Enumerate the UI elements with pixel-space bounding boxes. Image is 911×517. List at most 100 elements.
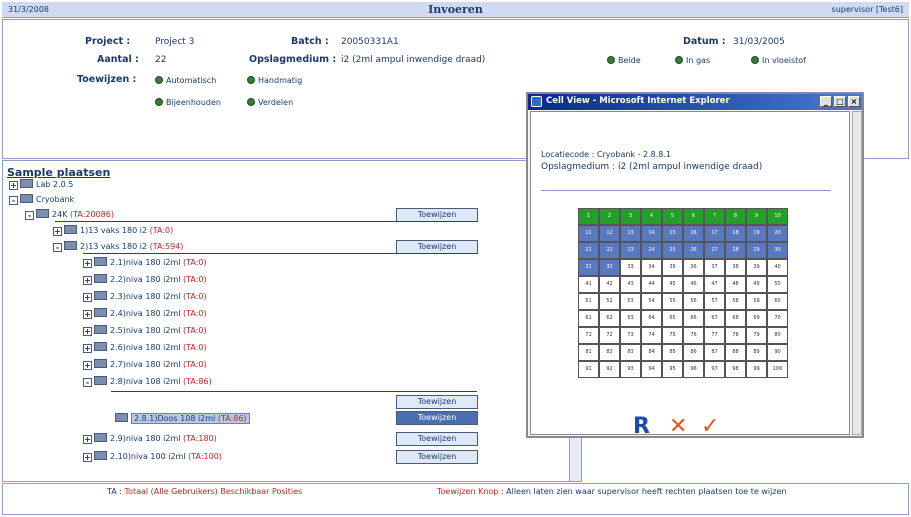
grid-cell[interactable]: 13 <box>620 225 641 242</box>
toewijzen-button-active[interactable]: Toewijzen <box>396 411 478 425</box>
grid-cell[interactable]: 44 <box>641 276 662 293</box>
grid-cell[interactable]: 69 <box>746 310 767 327</box>
grid-cell[interactable]: 56 <box>683 293 704 310</box>
grid-cell[interactable]: 7 <box>704 208 725 225</box>
grid-cell[interactable]: 98 <box>725 361 746 378</box>
tree-node[interactable]: +2.4)niva 180 i2ml (TA:0) <box>83 308 207 324</box>
grid-cell[interactable]: 91 <box>578 361 599 378</box>
expand-icon[interactable]: + <box>83 293 92 302</box>
grid-cell[interactable]: 32 <box>599 259 620 276</box>
radio-bijeenhouden[interactable]: Bijeenhouden <box>155 98 221 107</box>
grid-cell[interactable]: 27 <box>704 242 725 259</box>
grid-cell[interactable]: 36 <box>683 259 704 276</box>
reset-button[interactable]: R <box>633 414 650 439</box>
grid-cell[interactable]: 12 <box>599 225 620 242</box>
expand-icon[interactable]: + <box>83 310 92 319</box>
maximize-icon[interactable]: □ <box>834 96 846 107</box>
grid-cell[interactable]: 3 <box>620 208 641 225</box>
grid-cell[interactable]: 21 <box>578 242 599 259</box>
tree-node[interactable]: - Cryobank <box>9 194 74 210</box>
grid-cell[interactable]: 11 <box>578 225 599 242</box>
minimize-icon[interactable]: _ <box>820 96 832 107</box>
grid-cell[interactable]: 28 <box>725 242 746 259</box>
popup-scrollbar[interactable] <box>852 111 862 435</box>
tree-node[interactable]: +2.2)niva 180 i2ml (TA:0) <box>83 274 207 290</box>
grid-cell[interactable]: 41 <box>578 276 599 293</box>
grid-cell[interactable]: 67 <box>704 310 725 327</box>
grid-cell[interactable]: 39 <box>746 259 767 276</box>
tree-node[interactable]: + Lab 2.0.5 <box>9 179 73 195</box>
grid-cell[interactable]: 50 <box>767 276 788 293</box>
grid-cell[interactable]: 94 <box>641 361 662 378</box>
grid-cell[interactable]: 90 <box>767 344 788 361</box>
grid-cell[interactable]: 23 <box>620 242 641 259</box>
grid-cell[interactable]: 42 <box>599 276 620 293</box>
tree-node[interactable]: - 2)13 vaks 180 i2 (TA:594) <box>53 241 183 257</box>
radio-in-vloeistof[interactable]: In vloeistof <box>751 56 806 65</box>
radio-handmatig[interactable]: Handmatig <box>247 76 302 85</box>
grid-cell[interactable]: 20 <box>767 225 788 242</box>
grid-cell[interactable]: 84 <box>641 344 662 361</box>
radio-in-gas[interactable]: In gas <box>675 56 710 65</box>
radio-automatisch[interactable]: Automatisch <box>155 76 216 85</box>
tree-node[interactable]: +1)13 vaks 180 i2 (TA:0) <box>53 225 173 241</box>
grid-cell[interactable]: 71 <box>578 327 599 344</box>
grid-cell[interactable]: 10 <box>767 208 788 225</box>
grid-cell[interactable]: 22 <box>599 242 620 259</box>
grid-cell[interactable]: 25 <box>662 242 683 259</box>
grid-cell[interactable]: 66 <box>683 310 704 327</box>
popup-titlebar[interactable]: Cell View - Microsoft Internet Explorer … <box>528 94 862 110</box>
grid-cell[interactable]: 24 <box>641 242 662 259</box>
grid-cell[interactable]: 77 <box>704 327 725 344</box>
grid-cell[interactable]: 89 <box>746 344 767 361</box>
grid-cell[interactable]: 2 <box>599 208 620 225</box>
grid-cell[interactable]: 47 <box>704 276 725 293</box>
grid-cell[interactable]: 40 <box>767 259 788 276</box>
grid-cell[interactable]: 79 <box>746 327 767 344</box>
grid-cell[interactable]: 83 <box>620 344 641 361</box>
expand-icon[interactable]: + <box>9 181 18 190</box>
grid-cell[interactable]: 60 <box>767 293 788 310</box>
grid-cell[interactable]: 51 <box>578 293 599 310</box>
expand-icon[interactable]: + <box>83 327 92 336</box>
grid-cell[interactable]: 5 <box>662 208 683 225</box>
grid-cell[interactable]: 31 <box>578 259 599 276</box>
toewijzen-button[interactable]: Toewijzen <box>396 450 478 464</box>
tree-node[interactable]: +2.10)niva 100 i2ml (TA:100) <box>83 451 222 467</box>
grid-cell[interactable]: 82 <box>599 344 620 361</box>
grid-cell[interactable]: 37 <box>704 259 725 276</box>
grid-cell[interactable]: 99 <box>746 361 767 378</box>
grid-cell[interactable]: 15 <box>662 225 683 242</box>
grid-cell[interactable]: 34 <box>641 259 662 276</box>
grid-cell[interactable]: 95 <box>662 361 683 378</box>
grid-cell[interactable]: 96 <box>683 361 704 378</box>
grid-cell[interactable]: 57 <box>704 293 725 310</box>
expand-icon[interactable]: + <box>83 361 92 370</box>
grid-cell[interactable]: 87 <box>704 344 725 361</box>
grid-cell[interactable]: 88 <box>725 344 746 361</box>
grid-cell[interactable]: 29 <box>746 242 767 259</box>
grid-cell[interactable]: 1 <box>578 208 599 225</box>
grid-cell[interactable]: 55 <box>662 293 683 310</box>
grid-cell[interactable]: 14 <box>641 225 662 242</box>
grid-cell[interactable]: 38 <box>725 259 746 276</box>
tree-node[interactable]: +2.9)niva 180 i2ml (TA:180) <box>83 433 217 449</box>
close-icon[interactable]: × <box>848 96 860 107</box>
grid-cell[interactable]: 78 <box>725 327 746 344</box>
grid-cell[interactable]: 76 <box>683 327 704 344</box>
grid-cell[interactable]: 4 <box>641 208 662 225</box>
grid-cell[interactable]: 72 <box>599 327 620 344</box>
toewijzen-button[interactable]: Toewijzen <box>396 395 478 409</box>
tree-node[interactable]: +2.6)niva 180 i2ml (TA:0) <box>83 342 207 358</box>
grid-cell[interactable]: 100 <box>767 361 788 378</box>
grid-cell[interactable]: 54 <box>641 293 662 310</box>
tree-node[interactable]: +2.5)niva 180 i2ml (TA:0) <box>83 325 207 341</box>
grid-cell[interactable]: 35 <box>662 259 683 276</box>
grid-cell[interactable]: 9 <box>746 208 767 225</box>
tree-node[interactable]: +2.1)niva 180 i2ml (TA:0) <box>83 257 207 273</box>
toewijzen-button[interactable]: Toewijzen <box>396 208 478 222</box>
tree-node-selected[interactable]: 2.8.1)Doos 108 i2ml (TA:86) <box>115 413 250 429</box>
grid-cell[interactable]: 64 <box>641 310 662 327</box>
grid-cell[interactable]: 16 <box>683 225 704 242</box>
grid-cell[interactable]: 65 <box>662 310 683 327</box>
